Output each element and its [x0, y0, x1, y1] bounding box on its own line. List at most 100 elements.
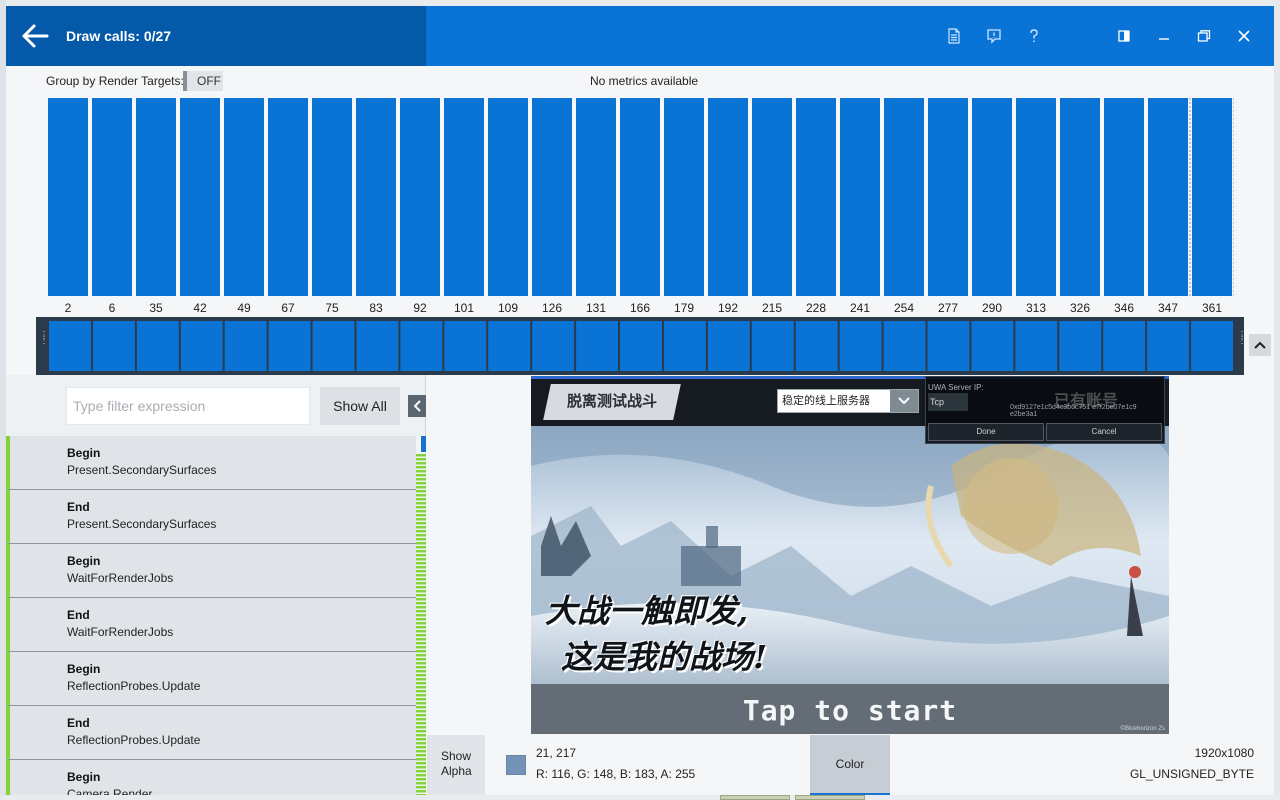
timeline-segment[interactable]	[356, 321, 399, 371]
timeline-segment[interactable]	[971, 321, 1014, 371]
timeline-segment[interactable]	[224, 321, 267, 371]
timeline-segment[interactable]	[576, 321, 619, 371]
event-row[interactable]: Begin Camera.Render	[6, 760, 416, 795]
server-select[interactable]: 稳定的线上服务器	[777, 389, 919, 413]
timeline-segment[interactable]	[488, 321, 531, 371]
timeline-segment[interactable]	[268, 321, 311, 371]
group-by-render-targets-toggle[interactable]: OFF	[183, 71, 223, 91]
filter-expression-input[interactable]	[66, 387, 310, 425]
timeline-segment[interactable]	[751, 321, 794, 371]
draw-call-bar[interactable]	[752, 98, 792, 296]
tap-to-start-text[interactable]: Tap to start	[531, 694, 1169, 727]
draw-call-bar[interactable]	[1104, 98, 1144, 296]
back-button[interactable]	[20, 22, 50, 50]
exit-test-battle-button[interactable]: 脱离测试战斗	[543, 384, 681, 420]
event-row[interactable]: End WaitForRenderJobs	[6, 598, 416, 652]
timeline-segment[interactable]	[400, 321, 443, 371]
draw-call-bar[interactable]	[532, 98, 572, 296]
timeline-segment[interactable]	[1103, 321, 1146, 371]
timeline-segment[interactable]	[180, 321, 223, 371]
show-alpha-button[interactable]: Show Alpha	[427, 735, 485, 795]
draw-call-bar[interactable]	[224, 98, 264, 296]
event-row[interactable]: End ReflectionProbes.Update	[6, 706, 416, 760]
collapse-panel-button[interactable]	[408, 395, 426, 417]
draw-call-bar[interactable]	[312, 98, 352, 296]
event-list[interactable]: Begin Present.SecondarySurfaces End Pres…	[6, 436, 416, 795]
draw-call-bar[interactable]	[796, 98, 836, 296]
draw-call-bar[interactable]	[1060, 98, 1100, 296]
timeline-scrubber[interactable]: ⋮ ⋮ ⋮ ⋮	[36, 317, 1247, 375]
minimap-stripe	[416, 662, 426, 665]
draw-call-bar[interactable]	[1016, 98, 1056, 296]
timeline-track[interactable]	[48, 317, 1234, 375]
timeline-segment[interactable]	[795, 321, 838, 371]
done-button[interactable]: Done	[928, 423, 1044, 441]
help-button[interactable]	[1022, 24, 1046, 48]
timeline-segment[interactable]	[707, 321, 750, 371]
draw-call-bar[interactable]	[1192, 98, 1232, 296]
timeline-right-grip[interactable]: ⋮ ⋮	[1237, 331, 1247, 359]
document-button[interactable]	[942, 24, 966, 48]
timeline-segment[interactable]	[532, 321, 575, 371]
timeline-segment[interactable]	[1147, 321, 1190, 371]
draw-call-bar[interactable]	[884, 98, 924, 296]
draw-call-bar[interactable]	[576, 98, 616, 296]
tap-to-start-bar[interactable]: Tap to start ©Bluehorizon Zs	[531, 684, 1169, 734]
timeline-segment[interactable]	[927, 321, 970, 371]
event-row[interactable]: Begin Present.SecondarySurfaces	[6, 436, 416, 490]
draw-call-bar[interactable]	[664, 98, 704, 296]
minimap-stripe	[416, 682, 426, 685]
cancel-button[interactable]: Cancel	[1046, 423, 1162, 441]
timeline-segment[interactable]	[1059, 321, 1102, 371]
panel-toggle-button[interactable]	[1112, 24, 1136, 48]
close-button[interactable]	[1232, 24, 1256, 48]
draw-call-tick-label: 35	[149, 301, 163, 315]
draw-call-bar[interactable]	[620, 98, 660, 296]
scroll-up-button[interactable]	[1249, 334, 1271, 356]
title-bar: Draw calls: 0/27	[6, 6, 1274, 66]
draw-call-bar[interactable]	[840, 98, 880, 296]
timeline-segment[interactable]	[92, 321, 135, 371]
show-all-button[interactable]: Show All	[320, 387, 400, 425]
timeline-segment[interactable]	[839, 321, 882, 371]
draw-call-bar[interactable]	[356, 98, 396, 296]
timeline-segment[interactable]	[663, 321, 706, 371]
protocol-select[interactable]: Tcp	[928, 393, 968, 411]
timeline-segment[interactable]	[312, 321, 355, 371]
timeline-segment[interactable]	[444, 321, 487, 371]
draw-call-bar[interactable]	[1148, 98, 1188, 296]
minimize-icon	[1159, 38, 1169, 40]
draw-call-bar[interactable]	[48, 98, 88, 296]
minimap-stripe	[416, 794, 426, 795]
draw-call-bar[interactable]	[400, 98, 440, 296]
draw-call-bar[interactable]	[268, 98, 308, 296]
timeline-segment[interactable]	[49, 321, 91, 371]
draw-call-bar[interactable]	[708, 98, 748, 296]
feedback-button[interactable]	[982, 24, 1006, 48]
timeline-segment[interactable]	[1015, 321, 1058, 371]
color-channel-button[interactable]: Color	[810, 735, 890, 795]
game-screenshot[interactable]: 脱离测试战斗 稳定的线上服务器 UWA Server IP: 已有账号 Tcp …	[531, 376, 1169, 734]
draw-call-bar[interactable]	[972, 98, 1012, 296]
exit-test-battle-label: 脱离测试战斗	[566, 393, 657, 410]
minimize-button[interactable]	[1152, 24, 1176, 48]
draw-call-bar[interactable]	[928, 98, 968, 296]
timeline-segment[interactable]	[136, 321, 179, 371]
draw-call-bar[interactable]	[488, 98, 528, 296]
timeline-segment[interactable]	[1191, 321, 1233, 371]
event-row[interactable]: Begin ReflectionProbes.Update	[6, 652, 416, 706]
draw-call-bar[interactable]	[444, 98, 484, 296]
draw-call-bar[interactable]	[92, 98, 132, 296]
timeline-segment[interactable]	[883, 321, 926, 371]
draw-call-bar[interactable]	[136, 98, 176, 296]
event-row[interactable]: Begin WaitForRenderJobs	[6, 544, 416, 598]
timeline-segment[interactable]	[620, 321, 662, 371]
minimap-stripe	[416, 558, 426, 561]
event-list-minimap[interactable]	[416, 436, 426, 795]
event-row[interactable]: End Present.SecondarySurfaces	[6, 490, 416, 544]
restore-button[interactable]	[1192, 24, 1216, 48]
timeline-left-grip[interactable]: ⋮ ⋮	[39, 331, 49, 359]
minimap-stripe	[416, 718, 426, 721]
minimap-stripe	[416, 574, 426, 577]
draw-call-bar[interactable]	[180, 98, 220, 296]
